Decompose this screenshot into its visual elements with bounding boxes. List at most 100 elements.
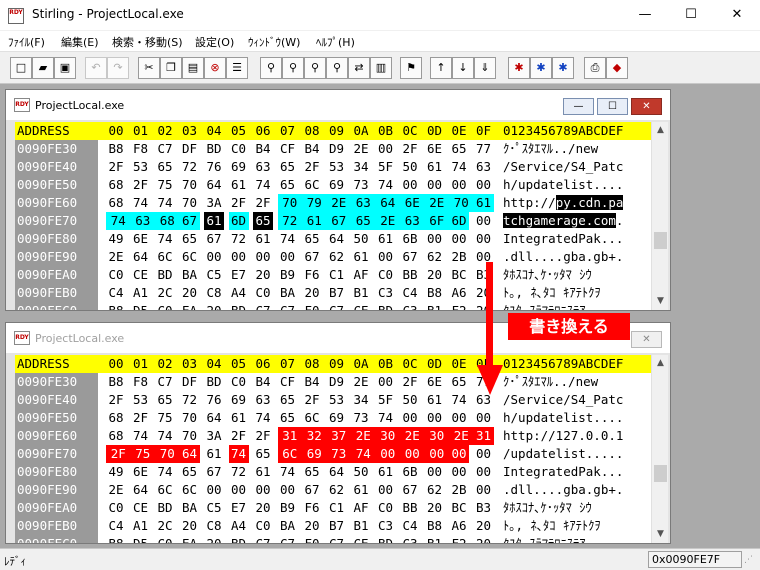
hex-byte[interactable]: A1 xyxy=(131,284,151,302)
hex-byte[interactable]: 2F xyxy=(131,176,151,194)
hex-byte[interactable]: 2F xyxy=(253,427,273,445)
hex-byte[interactable]: BD xyxy=(376,535,396,543)
hex-byte[interactable]: 6B xyxy=(400,463,420,481)
hex-byte[interactable]: 64 xyxy=(131,481,151,499)
hex-byte[interactable]: 65 xyxy=(155,391,175,409)
hex-row[interactable]: 0090FE80 49 6E 74 65 67 72 61 74 65 64 50 61 6B 00 00 00… xyxy=(15,230,651,248)
hex-byte[interactable]: 00 xyxy=(449,409,469,427)
hex-window-top[interactable]: RDY ProjectLocal.exe — ☐ ✕ ADDRESS 00 01 02… xyxy=(5,89,671,311)
hex-byte[interactable]: CE xyxy=(131,499,151,517)
close-button[interactable]: ✕ xyxy=(714,0,760,31)
hex-byte[interactable]: C3 xyxy=(376,517,396,535)
hex-byte[interactable]: EA xyxy=(180,535,200,543)
menu-search[interactable]: 検索・移動(S) xyxy=(112,34,183,50)
hex-byte[interactable]: 65 xyxy=(351,212,376,230)
hex-byte[interactable]: 6E xyxy=(400,194,425,212)
scroll-up-icon[interactable]: ▲ xyxy=(652,355,669,372)
hex-byte[interactable]: 64 xyxy=(375,194,400,212)
hex-byte[interactable]: 6E xyxy=(131,463,151,481)
hex-row[interactable]: 0090FEA0 C0 CE BD BA C5 E7 20 B9 F6 C1 AF C0 BB 20 BC B3… xyxy=(15,499,651,517)
hex-byte[interactable]: 68 xyxy=(106,176,126,194)
hex-byte[interactable]: 65 xyxy=(278,391,298,409)
hex-row[interactable]: 0090FE40 2F 53 65 72 76 69 63 65 2F 53 34 5F 50 61 74 63… xyxy=(15,158,651,176)
hex-byte[interactable]: 73 xyxy=(351,409,371,427)
find-prev-button[interactable]: ⚲ xyxy=(304,57,326,79)
hex-byte[interactable]: D5 xyxy=(131,302,151,310)
hex-byte[interactable]: 6C xyxy=(302,409,322,427)
maximize-button[interactable]: ☐ xyxy=(668,0,714,31)
hex-byte[interactable]: 5F xyxy=(376,391,396,409)
bookmark-button[interactable]: ⚑ xyxy=(400,57,422,79)
hex-byte[interactable]: 67 xyxy=(302,481,322,499)
hex-byte[interactable]: 62 xyxy=(327,248,347,266)
save-button[interactable]: ▣ xyxy=(54,57,76,79)
hex-byte[interactable]: 00 xyxy=(474,481,494,499)
hex-byte[interactable]: 00 xyxy=(449,463,469,481)
hex-byte[interactable]: 70 xyxy=(155,445,180,463)
child-minimize-button[interactable]: — xyxy=(563,98,594,115)
ascii-text[interactable]: ｸ･ﾟｽﾀｴﾏﾙ../new xyxy=(503,373,598,391)
hex-byte[interactable]: 00 xyxy=(400,409,420,427)
hex-row[interactable]: 0090FE90 2E 64 6C 6C 00 00 00 00 67 62 61 00 67 62 2B 00… xyxy=(15,481,651,499)
hex-byte[interactable]: F0 xyxy=(302,535,322,543)
scroll-thumb[interactable] xyxy=(654,232,667,249)
hex-byte[interactable]: B4 xyxy=(302,140,322,158)
hex-byte[interactable]: 00 xyxy=(425,463,445,481)
hex-byte[interactable]: 00 xyxy=(449,176,469,194)
hex-byte[interactable]: 00 xyxy=(474,230,494,248)
hex-byte[interactable]: 2E xyxy=(400,427,425,445)
hex-byte[interactable]: 2C xyxy=(155,284,175,302)
hex-byte[interactable]: C8 xyxy=(204,284,224,302)
hex-byte[interactable]: 74 xyxy=(278,463,298,481)
hex-byte[interactable]: BB xyxy=(400,266,420,284)
hex-byte[interactable]: B7 xyxy=(327,284,347,302)
hex-byte[interactable]: 65 xyxy=(302,463,322,481)
hex-byte[interactable]: 65 xyxy=(278,409,298,427)
hex-row[interactable]: 0090FEC0B8D5C0EA20BDC7C7F0C7CEBDC3B1F220… xyxy=(15,302,651,310)
find-button[interactable]: ⚲ xyxy=(260,57,282,79)
hex-row[interactable]: 0090FE80 49 6E 74 65 67 72 61 74 65 64 50 61 6B 00 00 00… xyxy=(15,463,651,481)
hex-byte[interactable]: C0 xyxy=(155,535,175,543)
hex-byte[interactable]: C3 xyxy=(400,302,420,310)
hex-byte[interactable]: B9 xyxy=(278,499,298,517)
hex-byte[interactable]: 62 xyxy=(425,481,445,499)
hex-byte[interactable]: 2F xyxy=(400,373,420,391)
hex-byte[interactable]: D9 xyxy=(327,373,347,391)
hex-byte[interactable]: BA xyxy=(180,266,200,284)
hex-byte[interactable]: 53 xyxy=(131,391,151,409)
hex-byte[interactable]: 20 xyxy=(302,284,322,302)
hex-byte[interactable]: 67 xyxy=(204,230,224,248)
hex-byte[interactable]: 74 xyxy=(228,445,249,463)
prev-mark-button[interactable]: ✱ xyxy=(552,57,574,79)
hex-byte[interactable]: 00 xyxy=(474,409,494,427)
hex-byte[interactable]: DF xyxy=(180,140,200,158)
hex-byte[interactable]: C1 xyxy=(327,499,347,517)
hex-byte[interactable]: 74 xyxy=(449,158,469,176)
menu-window[interactable]: ｳｨﾝﾄﾞｳ(W) xyxy=(248,34,300,50)
hex-byte[interactable]: 2B xyxy=(449,481,469,499)
ascii-text[interactable]: /Service/S4_Patc xyxy=(503,158,623,176)
hex-byte[interactable]: 74 xyxy=(155,194,175,212)
hex-byte[interactable]: 6C xyxy=(180,248,200,266)
hex-byte[interactable]: 70 xyxy=(180,409,200,427)
hex-byte[interactable]: 61 xyxy=(302,212,327,230)
hex-byte[interactable]: 50 xyxy=(400,391,420,409)
hex-byte[interactable]: 67 xyxy=(179,212,200,230)
hex-byte[interactable]: C5 xyxy=(204,499,224,517)
hex-byte[interactable]: 20 xyxy=(253,266,273,284)
hex-byte[interactable]: 00 xyxy=(425,176,445,194)
hex-byte[interactable]: 74 xyxy=(376,176,396,194)
hex-byte[interactable]: 00 xyxy=(278,481,298,499)
hex-byte[interactable]: 67 xyxy=(326,212,351,230)
menu-edit[interactable]: 編集(E) xyxy=(61,34,99,50)
hex-byte[interactable]: 2E xyxy=(351,373,371,391)
new-file-button[interactable]: □ xyxy=(10,57,32,79)
hex-byte[interactable]: 63 xyxy=(474,158,494,176)
hex-byte[interactable]: C0 xyxy=(229,373,249,391)
hex-byte[interactable]: 68 xyxy=(155,212,180,230)
hex-row[interactable]: 0090FEC0B8D5C0EA20BDC7C7F0C7CEBDC3B1F220… xyxy=(15,535,651,543)
hex-byte[interactable]: B8 xyxy=(106,302,126,310)
hex-byte[interactable]: A6 xyxy=(449,284,469,302)
hex-byte[interactable]: BD xyxy=(204,140,224,158)
hex-byte[interactable]: 65 xyxy=(449,140,469,158)
